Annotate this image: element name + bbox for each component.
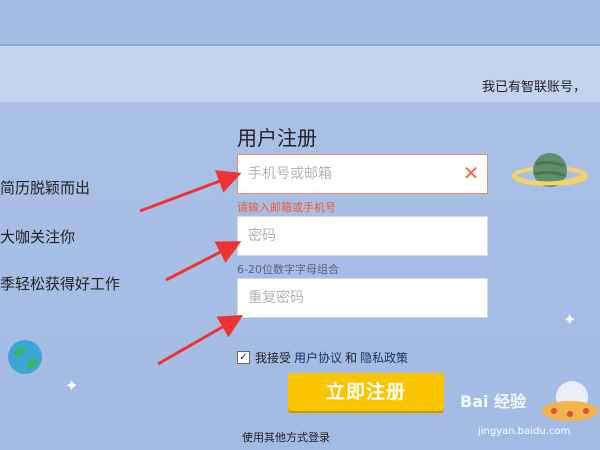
slogan-1: 简历脱颖而出 [0,179,91,197]
slogan-2: 大咖关注你 [0,228,76,246]
agree-and: 和 [345,351,358,365]
register-button[interactable]: 立即注册 [288,373,444,411]
sparkle-icon: ✦ [563,310,577,329]
account-field: ✕ [237,154,488,194]
account-input[interactable] [238,155,448,193]
watermark: Bai 经验 [460,392,527,411]
earth-icon [8,340,42,374]
top-bar [0,0,600,46]
confirm-password-input[interactable] [238,279,448,317]
login-link[interactable]: 我已有智联账号， [482,76,586,95]
account-error: 请输入邮箱或手机号 [237,201,336,214]
close-icon[interactable]: ✕ [461,163,481,183]
form-title: 用户注册 [237,126,317,150]
confirm-password-field [237,278,488,318]
user-agreement-link[interactable]: 用户协议 [294,349,342,366]
ufo-icon [542,381,598,421]
watermark-url: jingyan.baidu.com [478,426,571,437]
slogan-3: 季轻松获得好工作 [0,275,121,293]
privacy-policy-link[interactable]: 隐私政策 [360,349,408,366]
agreement-row: ✓ 我接受 用户协议 和 隐私政策 [237,349,411,366]
password-hint: 6-20位数字字母组合 [237,263,339,276]
password-field [237,216,488,256]
header-bar: 我已有智联账号， [0,46,600,102]
other-login-link[interactable]: 使用其他方式登录 [242,429,330,445]
password-input[interactable] [238,217,448,255]
agree-checkbox[interactable]: ✓ [237,351,250,364]
agree-prefix: 我接受 [255,351,292,365]
sparkle-icon: ✦ [65,376,79,395]
planet-icon [512,153,588,187]
